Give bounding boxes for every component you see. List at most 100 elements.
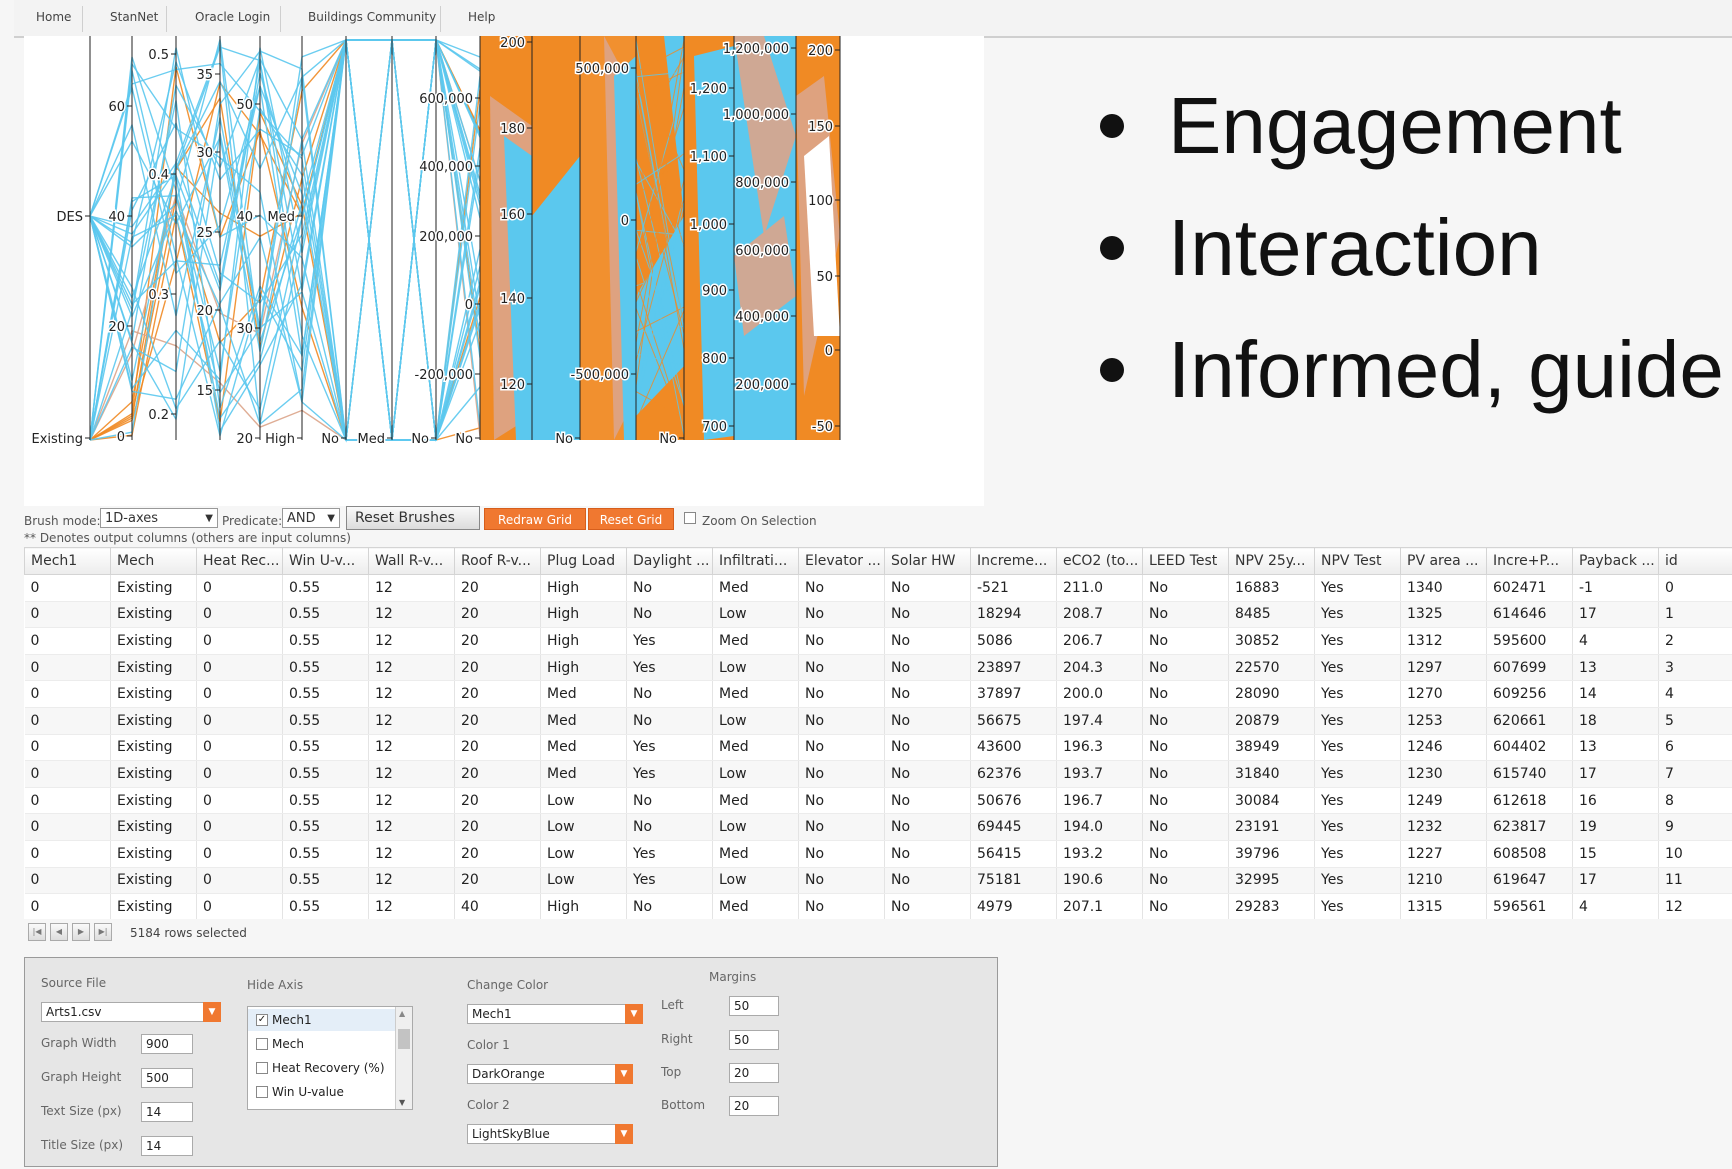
table-cell[interactable]: 623817 xyxy=(1486,813,1573,841)
table-cell[interactable]: High xyxy=(540,627,627,655)
table-cell[interactable]: No xyxy=(626,893,713,919)
table-cell[interactable]: 1253 xyxy=(1400,707,1487,735)
table-cell[interactable]: 607699 xyxy=(1486,654,1573,682)
table-row[interactable]: 0 Existing 0 0.55 12 20 Low Yes Med No No 56415 193.… xyxy=(24,840,1732,868)
table-cell[interactable]: No xyxy=(1142,787,1229,815)
table-cell[interactable]: 20 xyxy=(454,840,541,868)
table-cell[interactable]: Med xyxy=(712,574,799,602)
brush-mode-select[interactable]: 1D-axes ▼ xyxy=(100,508,218,528)
table-cell[interactable]: 190.6 xyxy=(1056,867,1143,895)
table-cell[interactable]: Low xyxy=(540,840,627,868)
column-header[interactable]: NPV Test xyxy=(1314,547,1401,575)
table-cell[interactable]: 0 xyxy=(196,840,283,868)
table-cell[interactable]: 12 xyxy=(368,601,455,629)
table-cell[interactable]: 2 xyxy=(1658,627,1732,655)
table-cell[interactable]: 0 xyxy=(24,627,111,655)
table-cell[interactable]: Existing xyxy=(110,680,197,708)
column-header[interactable]: Payback ... xyxy=(1572,547,1659,575)
checkbox-icon[interactable] xyxy=(256,1062,268,1074)
table-cell[interactable]: Existing xyxy=(110,893,197,919)
table-cell[interactable]: Med xyxy=(712,734,799,762)
table-cell[interactable]: 0.55 xyxy=(282,707,369,735)
table-cell[interactable]: 0 xyxy=(24,787,111,815)
table-cell[interactable]: 12 xyxy=(368,574,455,602)
table-row[interactable]: 0 Existing 0 0.55 12 20 High No Low No No 18294 208.… xyxy=(24,601,1732,629)
table-cell[interactable]: 40 xyxy=(454,893,541,919)
table-cell[interactable]: No xyxy=(798,867,885,895)
margin-right-input[interactable]: 50 xyxy=(729,1030,779,1050)
hide-axis-item-win-u-value[interactable]: Win U-value xyxy=(248,1081,396,1103)
table-cell[interactable]: 0.55 xyxy=(282,787,369,815)
table-cell[interactable]: 609256 xyxy=(1486,680,1573,708)
table-cell[interactable]: No xyxy=(1142,867,1229,895)
table-cell[interactable]: No xyxy=(884,601,971,629)
table-cell[interactable]: Yes xyxy=(1314,680,1401,708)
table-cell[interactable]: Yes xyxy=(1314,813,1401,841)
table-cell[interactable]: -1 xyxy=(1572,574,1659,602)
previous-page-icon[interactable]: ◀ xyxy=(50,923,68,941)
color2-select[interactable]: LightSkyBlue ▼ xyxy=(467,1124,633,1144)
table-cell[interactable]: 595600 xyxy=(1486,627,1573,655)
hide-axis-scrollbar[interactable]: ▲ ▼ xyxy=(395,1007,412,1109)
table-cell[interactable]: High xyxy=(540,601,627,629)
table-cell[interactable]: 20879 xyxy=(1228,707,1315,735)
table-cell[interactable]: High xyxy=(540,654,627,682)
table-cell[interactable]: 0.55 xyxy=(282,813,369,841)
table-cell[interactable]: 11 xyxy=(1658,867,1732,895)
table-cell[interactable]: 200.0 xyxy=(1056,680,1143,708)
table-cell[interactable]: 0 xyxy=(24,574,111,602)
table-cell[interactable]: 1246 xyxy=(1400,734,1487,762)
table-cell[interactable]: 9 xyxy=(1658,813,1732,841)
table-cell[interactable]: No xyxy=(798,654,885,682)
table-cell[interactable]: 0 xyxy=(24,813,111,841)
table-cell[interactable]: 18294 xyxy=(970,601,1057,629)
table-cell[interactable]: 30852 xyxy=(1228,627,1315,655)
first-page-icon[interactable]: |◀ xyxy=(28,923,46,941)
table-cell[interactable]: Existing xyxy=(110,707,197,735)
table-cell[interactable]: No xyxy=(626,601,713,629)
column-header[interactable]: Wall R-v... xyxy=(368,547,455,575)
reset-brushes-button[interactable]: Reset Brushes xyxy=(346,506,480,530)
table-cell[interactable]: 17 xyxy=(1572,601,1659,629)
table-cell[interactable]: No xyxy=(1142,840,1229,868)
table-cell[interactable]: No xyxy=(1142,574,1229,602)
table-cell[interactable]: 12 xyxy=(1658,893,1732,919)
table-cell[interactable]: No xyxy=(798,787,885,815)
table-cell[interactable]: Low xyxy=(712,601,799,629)
table-cell[interactable]: No xyxy=(626,680,713,708)
table-cell[interactable]: 13 xyxy=(1572,654,1659,682)
table-cell[interactable]: 20 xyxy=(454,654,541,682)
table-cell[interactable]: 1315 xyxy=(1400,893,1487,919)
parallel-coordinates-svg[interactable]: DESExisting60402000.50.40.30.23530252015… xyxy=(24,35,984,506)
table-cell[interactable]: No xyxy=(1142,627,1229,655)
table-cell[interactable]: Low xyxy=(712,707,799,735)
table-cell[interactable]: Yes xyxy=(626,627,713,655)
change-color-select[interactable]: Mech1 ▼ xyxy=(467,1004,643,1024)
table-cell[interactable]: 12 xyxy=(368,840,455,868)
table-cell[interactable]: Yes xyxy=(1314,601,1401,629)
column-header[interactable]: Roof R-v... xyxy=(454,547,541,575)
table-cell[interactable]: Yes xyxy=(1314,787,1401,815)
table-cell[interactable]: 0 xyxy=(196,707,283,735)
table-cell[interactable]: -521 xyxy=(970,574,1057,602)
table-cell[interactable]: 0.55 xyxy=(282,574,369,602)
table-cell[interactable]: No xyxy=(798,760,885,788)
table-cell[interactable]: Low xyxy=(712,760,799,788)
checkbox-icon[interactable] xyxy=(256,1086,268,1098)
table-cell[interactable]: Med xyxy=(540,734,627,762)
checkbox-checked-icon[interactable]: ✓ xyxy=(256,1014,268,1026)
table-cell[interactable]: No xyxy=(884,707,971,735)
table-cell[interactable]: Yes xyxy=(1314,893,1401,919)
table-row[interactable]: 0 Existing 0 0.55 12 20 Low Yes Low No No 75181 190.… xyxy=(24,867,1732,895)
table-cell[interactable]: 4 xyxy=(1572,893,1659,919)
table-cell[interactable]: 7 xyxy=(1658,760,1732,788)
predicate-select[interactable]: AND ▼ xyxy=(282,508,340,528)
table-cell[interactable]: 4 xyxy=(1658,680,1732,708)
table-cell[interactable]: No xyxy=(884,787,971,815)
table-cell[interactable]: No xyxy=(798,813,885,841)
table-cell[interactable]: 20 xyxy=(454,760,541,788)
table-cell[interactable]: 196.7 xyxy=(1056,787,1143,815)
table-cell[interactable]: 0 xyxy=(24,654,111,682)
nav-oracle-login-link[interactable]: Oracle Login xyxy=(195,10,270,24)
table-cell[interactable]: 615740 xyxy=(1486,760,1573,788)
